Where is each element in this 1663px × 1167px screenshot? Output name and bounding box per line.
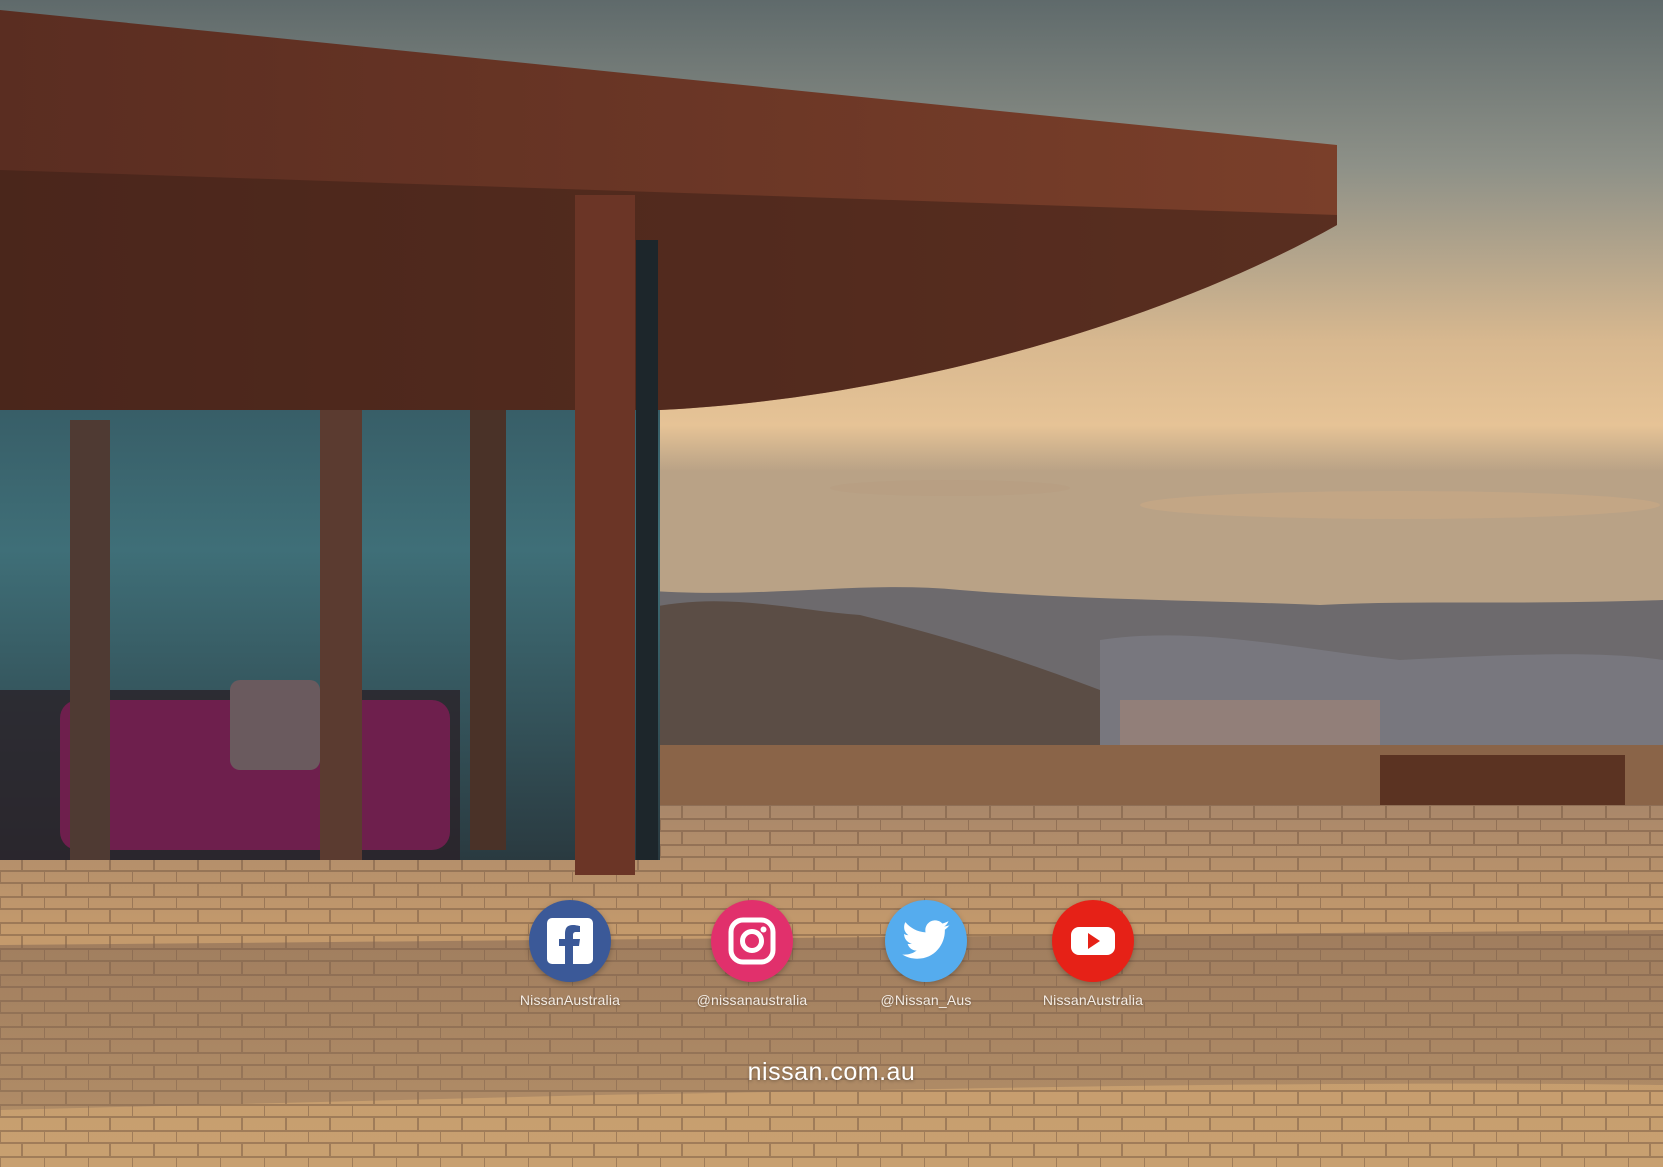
youtube-link[interactable]: NissanAustralia	[1003, 900, 1183, 1008]
instagram-link[interactable]: @nissanaustralia	[662, 900, 842, 1008]
youtube-button[interactable]	[1052, 900, 1134, 982]
website-link[interactable]: nissan.com.au	[0, 1058, 1663, 1087]
youtube-handle: NissanAustralia	[1042, 992, 1144, 1008]
instagram-icon	[728, 917, 776, 965]
youtube-icon	[1071, 927, 1115, 955]
facebook-icon	[547, 918, 593, 964]
instagram-button[interactable]	[711, 900, 793, 982]
instagram-handle: @nissanaustralia	[696, 992, 808, 1008]
twitter-icon	[902, 920, 950, 959]
twitter-link[interactable]: @Nissan_Aus	[836, 900, 1016, 1008]
facebook-handle: NissanAustralia	[519, 992, 621, 1008]
twitter-handle: @Nissan_Aus	[880, 992, 972, 1008]
facebook-link[interactable]: NissanAustralia	[480, 900, 660, 1008]
twitter-button[interactable]	[885, 900, 967, 982]
facebook-button[interactable]	[529, 900, 611, 982]
